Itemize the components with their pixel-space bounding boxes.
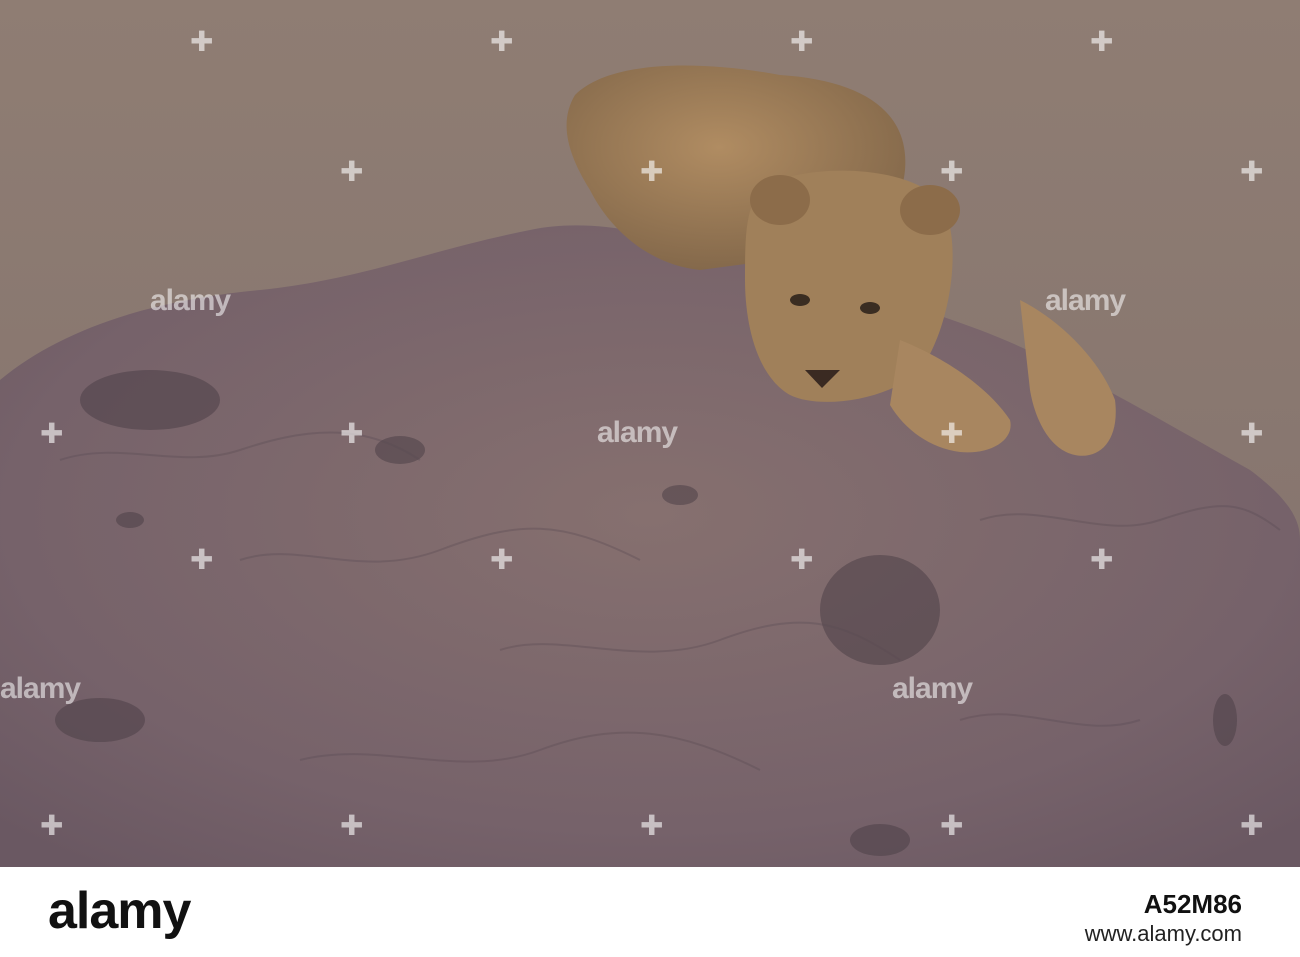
watermark-text: alamy [597,416,678,449]
watermark-plus-icon: ✚ [340,810,364,841]
watermark-plus-icon: ✚ [490,544,514,575]
watermark-text: alamy [1045,284,1126,317]
watermark-plus-icon: ✚ [940,418,964,449]
watermark-plus-icon: ✚ [790,26,814,57]
watermark-plus-icon: ✚ [1240,810,1264,841]
site-url: www.alamy.com [1084,921,1242,946]
watermark-plus-icon: ✚ [940,156,964,187]
watermark-plus-icon: ✚ [1090,26,1114,57]
footer-bar: alamy A52M86 www.alamy.com [0,867,1300,957]
photo: alamy alamy alamy alamy alamy ✚ ✚ ✚ ✚ ✚ … [0,0,1300,867]
image-id: A52M86 [1143,889,1242,919]
watermark-plus-icon: ✚ [640,810,664,841]
watermark-plus-icon: ✚ [640,156,664,187]
watermark-plus-icon: ✚ [340,418,364,449]
watermark-plus-icon: ✚ [490,26,514,57]
watermark-plus-icon: ✚ [40,810,64,841]
watermark-plus-icon: ✚ [340,156,364,187]
watermark-plus-icon: ✚ [1240,418,1264,449]
watermark-plus-icon: ✚ [190,26,214,57]
watermark-plus-icon: ✚ [1240,156,1264,187]
watermark-plus-icon: ✚ [40,418,64,449]
watermark-plus-icon: ✚ [190,544,214,575]
watermark-plus-icon: ✚ [790,544,814,575]
brand-logo: alamy [48,882,191,940]
watermark-text: alamy [0,672,81,705]
watermark-plus-icon: ✚ [1090,544,1114,575]
watermark-text: alamy [892,672,973,705]
watermark-plus-icon: ✚ [940,810,964,841]
watermark-text: alamy [150,284,231,317]
